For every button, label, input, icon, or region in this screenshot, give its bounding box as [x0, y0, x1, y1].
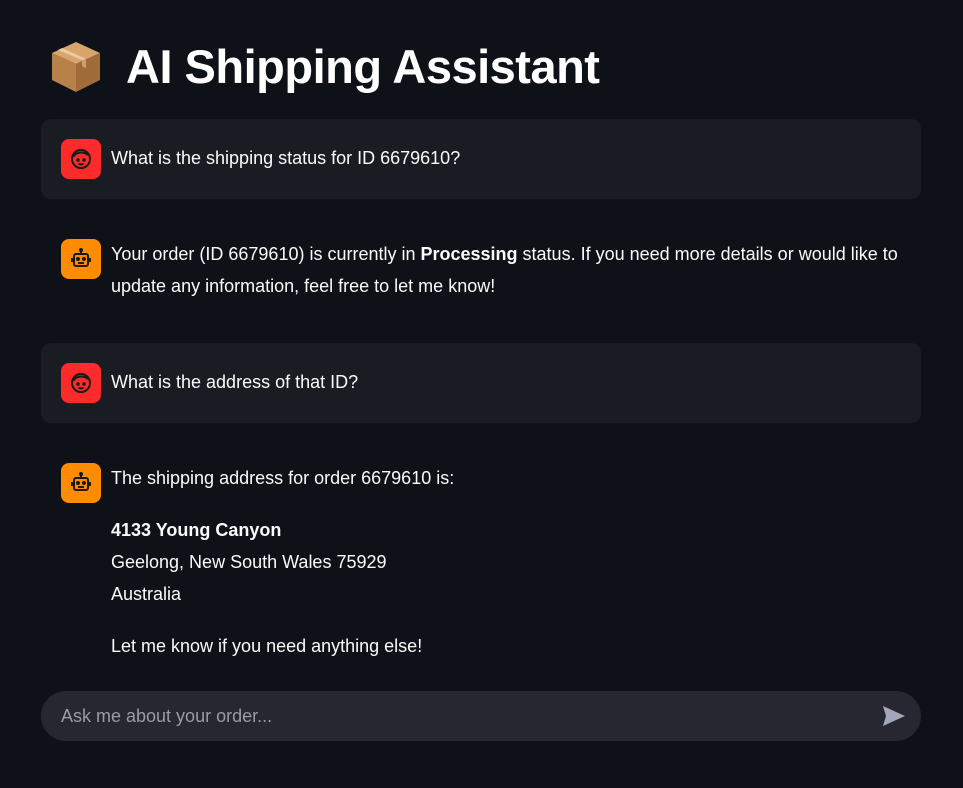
assistant-message-text: Your order (ID 6679610) is currently in … [111, 238, 911, 302]
robot-icon [71, 248, 91, 267]
status-bold: Processing [420, 244, 518, 264]
address-street: 4133 Young Canyon [111, 520, 282, 540]
assistant-message-text: The shipping address for order 6679610 i… [111, 462, 911, 662]
user-message-text: What is the address of that ID? [111, 372, 359, 392]
user-avatar [61, 363, 101, 403]
user-avatar [61, 139, 101, 179]
chat-message-assistant: The shipping address for order 6679610 i… [41, 443, 921, 673]
chat-input-bar [41, 691, 921, 741]
address-city: Geelong, New South Wales 75929 [111, 552, 387, 572]
chat-message-user: What is the address of that ID? [41, 343, 921, 423]
address-intro: The shipping address for order 6679610 i… [111, 468, 455, 488]
page-header: AI Shipping Assistant [48, 34, 600, 98]
user-message-text: What is the shipping status for ID 66796… [111, 148, 461, 168]
user-face-icon [71, 373, 91, 393]
page-title: AI Shipping Assistant [126, 39, 600, 93]
robot-icon [71, 472, 91, 491]
chat-message-user: What is the shipping status for ID 66796… [41, 119, 921, 199]
chat-message-assistant: Your order (ID 6679610) is currently in … [41, 219, 921, 323]
package-box-icon [52, 42, 100, 92]
chat-input[interactable] [61, 691, 861, 741]
user-face-icon [71, 149, 91, 169]
send-button[interactable] [881, 703, 907, 729]
assistant-avatar [61, 463, 101, 503]
address-country: Australia [111, 584, 182, 604]
app-page: AI Shipping Assistant What is the shippi… [0, 0, 963, 788]
send-icon [883, 706, 905, 726]
closing-text: Let me know if you need anything else! [111, 636, 423, 656]
message-text-part: Your order (ID 6679610) is currently in [111, 244, 421, 264]
assistant-avatar [61, 239, 101, 279]
